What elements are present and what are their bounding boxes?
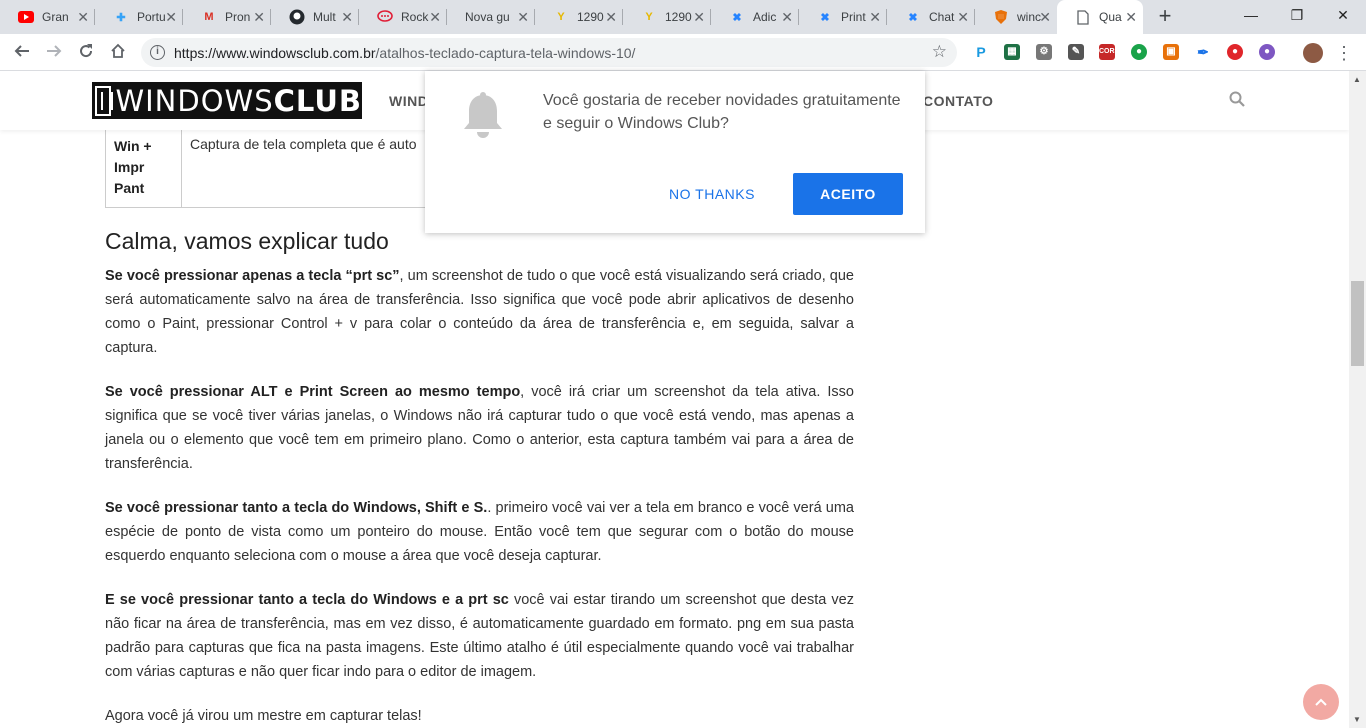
scroll-down-icon[interactable]: ▼ (1353, 715, 1361, 724)
close-tab-icon[interactable]: ✕ (1125, 10, 1137, 24)
extension-tool-icon[interactable]: ✎ (1068, 44, 1084, 60)
close-tab-icon[interactable]: ✕ (165, 10, 177, 24)
close-tab-icon[interactable]: ✕ (517, 10, 529, 24)
tab[interactable]: M Pron ✕ (183, 0, 271, 34)
extension-cors-icon[interactable]: CORS (1099, 44, 1119, 60)
home-button[interactable] (105, 40, 131, 66)
tab-active[interactable]: Qua ✕ (1057, 0, 1143, 34)
close-tab-icon[interactable]: ✕ (77, 10, 89, 24)
portuguese-app-icon: ✚ (116, 11, 126, 24)
close-tab-icon[interactable]: ✕ (693, 10, 705, 24)
shortcut-cell: Win + Impr Pant (106, 130, 182, 207)
url-text: https://www.windowsclub.com.br/atalhos-t… (174, 45, 636, 61)
tab[interactable]: ✖ Adic ✕ (711, 0, 799, 34)
search-icon[interactable] (1229, 91, 1245, 107)
page-scrollbar[interactable]: ▲ ▼ (1349, 71, 1366, 728)
tab[interactable]: ✖ Chat ✕ (887, 0, 975, 34)
windows-logo-icon (95, 85, 114, 116)
accept-button[interactable]: ACEITO (793, 173, 903, 215)
browser-menu-icon[interactable]: ⋮ (1335, 42, 1353, 64)
logo-text: WINDOWSCLUB (115, 83, 362, 118)
tab[interactable]: Y 1290 ✕ (623, 0, 711, 34)
profile-avatar[interactable] (1303, 43, 1323, 63)
extension-p-icon[interactable]: P (973, 44, 989, 60)
tab[interactable]: ✚ Portu ✕ (95, 0, 183, 34)
close-tab-icon[interactable]: ✕ (781, 10, 793, 24)
extension-red-icon[interactable]: ● (1227, 44, 1243, 60)
confluence-icon: ✖ (820, 11, 830, 24)
gmail-icon: M (204, 11, 214, 23)
extension-gear-icon[interactable]: ⚙ (1036, 44, 1052, 60)
confluence-icon: ✖ (908, 11, 918, 24)
back-button[interactable] (9, 40, 35, 66)
extension-green-icon[interactable]: ● (1131, 44, 1147, 60)
close-window-button[interactable]: ✕ (1320, 0, 1366, 30)
github-icon (289, 9, 305, 25)
back-arrow-icon (14, 45, 29, 57)
chevron-up-icon (1315, 698, 1327, 706)
scroll-to-top-button[interactable] (1303, 684, 1339, 720)
browser-toolbar: i https://www.windowsclub.com.br/atalhos… (0, 34, 1366, 71)
close-tab-icon[interactable]: ✕ (605, 10, 617, 24)
document-icon (1075, 9, 1091, 25)
reload-button[interactable] (73, 40, 99, 66)
close-tab-icon[interactable]: ✕ (429, 10, 441, 24)
reload-icon (80, 44, 93, 58)
article-paragraph: Se você pressionar ALT e Print Screen ao… (105, 384, 854, 472)
scrollbar-thumb[interactable] (1351, 281, 1364, 366)
restore-button[interactable]: ❐ (1274, 0, 1320, 30)
tab[interactable]: Rock ✕ (359, 0, 447, 34)
tab[interactable]: winc ✕ (975, 0, 1057, 34)
confluence-icon: ✖ (732, 11, 742, 24)
no-thanks-button[interactable]: NO THANKS (657, 173, 767, 215)
yellow-bird-icon: Y (645, 11, 653, 23)
extension-sheets-icon[interactable]: ▦ (1004, 44, 1020, 60)
tab[interactable]: Y 1290 ✕ (535, 0, 623, 34)
scroll-up-icon[interactable]: ▲ (1353, 75, 1361, 84)
close-tab-icon[interactable]: ✕ (957, 10, 969, 24)
minimize-button[interactable]: — (1228, 0, 1274, 30)
extension-purple-icon[interactable]: ● (1259, 44, 1275, 60)
tab[interactable]: ✖ Print ✕ (799, 0, 887, 34)
section-heading: Calma, vamos explicar tudo (105, 228, 389, 254)
new-tab-button[interactable]: + (1153, 5, 1177, 29)
youtube-icon (18, 9, 34, 25)
article-paragraph: Se você pressionar tanto a tecla do Wind… (105, 500, 854, 564)
close-tab-icon[interactable]: ✕ (1039, 10, 1051, 24)
article-paragraph: Se você pressionar apenas a tecla “prt s… (105, 268, 854, 356)
home-icon (111, 43, 125, 58)
bell-icon (464, 92, 502, 138)
push-notification-dialog: Você gostaria de receber novidades gratu… (425, 71, 925, 233)
dialog-message: Você gostaria de receber novidades gratu… (543, 92, 901, 132)
tab[interactable]: Mult ✕ (271, 0, 359, 34)
description-cell: Captura de tela completa que é auto (190, 136, 417, 152)
close-tab-icon[interactable]: ✕ (869, 10, 881, 24)
address-bar[interactable]: i https://www.windowsclub.com.br/atalhos… (141, 38, 957, 67)
forward-button[interactable] (41, 40, 67, 66)
info-icon[interactable]: i (150, 45, 165, 60)
tab-title: winc (1017, 10, 1042, 24)
shield-icon (993, 9, 1009, 25)
rocketchat-icon (377, 9, 393, 25)
site-logo[interactable]: WINDOWSCLUB (92, 82, 362, 119)
close-tab-icon[interactable]: ✕ (253, 10, 265, 24)
extension-feather-icon[interactable]: ✒ (1195, 44, 1211, 60)
tab[interactable]: Gran ✕ (0, 0, 95, 34)
tab[interactable]: Nova gu ✕ (447, 0, 535, 34)
extension-office-icon[interactable]: ▣ (1163, 44, 1179, 60)
yellow-bird-icon: Y (557, 11, 565, 23)
article-paragraph: Agora você já virou um mestre em captura… (105, 708, 422, 724)
close-tab-icon[interactable]: ✕ (341, 10, 353, 24)
nav-link-contato[interactable]: CONTATO (923, 93, 993, 109)
forward-arrow-icon (47, 45, 62, 57)
tab-strip: Gran ✕ ✚ Portu ✕ M Pron ✕ Mult ✕ Rock ✕ … (0, 0, 1366, 34)
article-paragraph: E se você pressionar tanto a tecla do Wi… (105, 592, 854, 680)
bookmark-star-icon[interactable]: ☆ (932, 42, 947, 62)
